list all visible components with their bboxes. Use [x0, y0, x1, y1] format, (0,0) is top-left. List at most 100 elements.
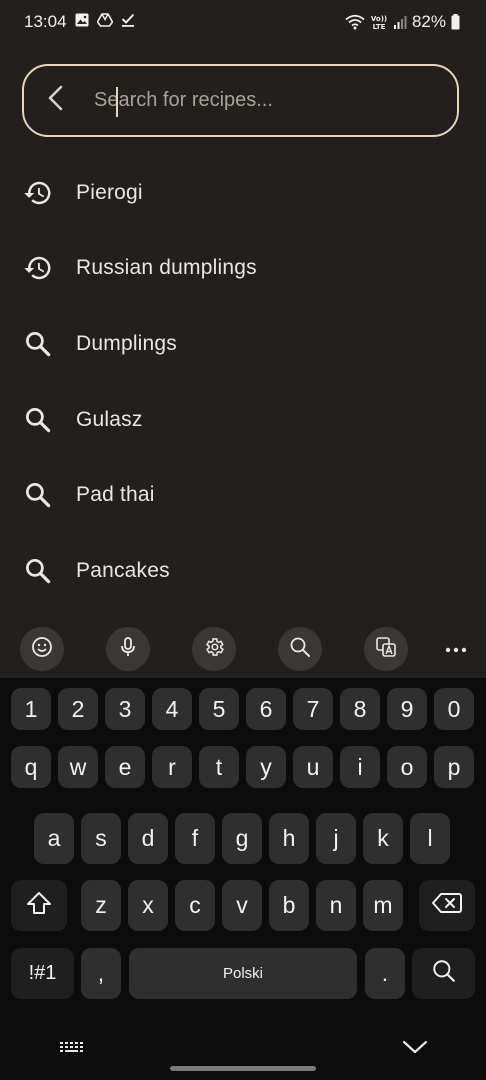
search-icon — [22, 555, 54, 587]
text-cursor — [116, 87, 118, 117]
suggestion-label: Dumplings — [76, 331, 178, 355]
search-icon — [289, 636, 311, 663]
key-1[interactable]: 1 — [11, 688, 51, 730]
microphone-icon — [117, 636, 139, 663]
key-z[interactable]: z — [81, 880, 121, 931]
emoji-button[interactable] — [20, 627, 64, 671]
wifi-icon — [345, 14, 365, 30]
key-7[interactable]: 7 — [293, 688, 333, 730]
list-item[interactable]: Dumplings — [0, 306, 486, 382]
keyboard-settings-button[interactable] — [192, 627, 236, 671]
key-b[interactable]: b — [269, 880, 309, 931]
battery-icon — [451, 14, 460, 30]
svg-text:LTE: LTE — [373, 23, 386, 30]
translate-button[interactable] — [364, 627, 408, 671]
chevron-down-icon[interactable] — [402, 1039, 428, 1060]
key-x[interactable]: x — [128, 880, 168, 931]
key-i[interactable]: i — [340, 746, 380, 788]
key-c[interactable]: c — [175, 880, 215, 931]
key-s[interactable]: s — [81, 813, 121, 864]
key-9[interactable]: 9 — [387, 688, 427, 730]
search-bar — [22, 64, 459, 137]
key-e[interactable]: e — [105, 746, 145, 788]
battery-level: 82% — [411, 12, 446, 31]
emoji-icon — [31, 636, 53, 663]
list-item[interactable]: Pierogi — [0, 155, 486, 231]
space-key[interactable]: Polski — [129, 948, 357, 999]
voice-input-button[interactable] — [106, 627, 150, 671]
suggestion-list: Pierogi Russian dumplings Dumplings Gula… — [0, 155, 486, 609]
key-h[interactable]: h — [269, 813, 309, 864]
key-w[interactable]: w — [58, 746, 98, 788]
key-6[interactable]: 6 — [246, 688, 286, 730]
key-4[interactable]: 4 — [152, 688, 192, 730]
volte-icon: Vo)) LTE — [370, 14, 388, 30]
key-f[interactable]: f — [175, 813, 215, 864]
backspace-icon — [432, 892, 462, 920]
period-key[interactable]: . — [365, 948, 405, 999]
keyboard: 1 2 3 4 5 6 7 8 9 0 q w e r t y u i o p … — [0, 678, 486, 1080]
key-r[interactable]: r — [152, 746, 192, 788]
history-icon — [22, 252, 54, 284]
keyboard-search-button[interactable] — [278, 627, 322, 671]
comma-key[interactable]: , — [81, 948, 121, 999]
svg-text:Vo)): Vo)) — [371, 15, 387, 23]
list-item[interactable]: Pancakes — [0, 533, 486, 609]
shift-icon — [26, 891, 52, 921]
shift-key[interactable] — [11, 880, 67, 931]
key-m[interactable]: m — [363, 880, 403, 931]
list-item[interactable]: Gulasz — [0, 382, 486, 458]
search-icon — [22, 328, 54, 360]
key-v[interactable]: v — [222, 880, 262, 931]
history-icon — [22, 177, 54, 209]
keyboard-switch-icon[interactable] — [58, 1040, 86, 1061]
key-l[interactable]: l — [410, 813, 450, 864]
settings-icon — [203, 636, 225, 663]
suggestion-label: Pad thai — [76, 483, 155, 507]
key-d[interactable]: d — [128, 813, 168, 864]
backspace-key[interactable] — [419, 880, 475, 931]
more-icon — [445, 640, 467, 658]
key-y[interactable]: y — [246, 746, 286, 788]
key-n[interactable]: n — [316, 880, 356, 931]
back-button[interactable] — [24, 66, 88, 136]
suggestion-label: Russian dumplings — [76, 256, 257, 280]
search-icon — [22, 404, 54, 436]
suggestion-label: Gulasz — [76, 407, 143, 431]
suggestion-label: Pancakes — [76, 558, 170, 582]
list-item[interactable]: Pad thai — [0, 457, 486, 533]
key-o[interactable]: o — [387, 746, 427, 788]
key-a[interactable]: a — [34, 813, 74, 864]
status-bar: 13:04 Vo)) LTE 82% — [0, 0, 486, 44]
drive-icon — [96, 12, 113, 32]
translate-icon — [375, 636, 397, 663]
list-item[interactable]: Russian dumplings — [0, 231, 486, 307]
keyboard-toolbar — [0, 622, 486, 678]
home-indicator[interactable] — [170, 1066, 316, 1071]
suggestion-label: Pierogi — [76, 180, 143, 204]
check-icon — [121, 12, 135, 32]
key-3[interactable]: 3 — [105, 688, 145, 730]
key-0[interactable]: 0 — [434, 688, 474, 730]
key-j[interactable]: j — [316, 813, 356, 864]
search-key[interactable] — [412, 948, 475, 999]
chevron-left-icon — [45, 84, 67, 117]
key-q[interactable]: q — [11, 746, 51, 788]
gallery-icon — [75, 12, 89, 32]
key-p[interactable]: p — [434, 746, 474, 788]
key-t[interactable]: t — [199, 746, 239, 788]
status-time: 13:04 — [24, 12, 67, 31]
key-u[interactable]: u — [293, 746, 333, 788]
key-k[interactable]: k — [363, 813, 403, 864]
search-input[interactable] — [88, 80, 457, 121]
signal-icon — [393, 15, 407, 29]
search-icon — [22, 479, 54, 511]
key-2[interactable]: 2 — [58, 688, 98, 730]
symbols-key[interactable]: !#1 — [11, 948, 74, 999]
search-icon — [431, 958, 457, 990]
key-5[interactable]: 5 — [199, 688, 239, 730]
key-8[interactable]: 8 — [340, 688, 380, 730]
more-options-button[interactable] — [434, 627, 478, 671]
navigation-bar — [0, 1025, 486, 1080]
key-g[interactable]: g — [222, 813, 262, 864]
